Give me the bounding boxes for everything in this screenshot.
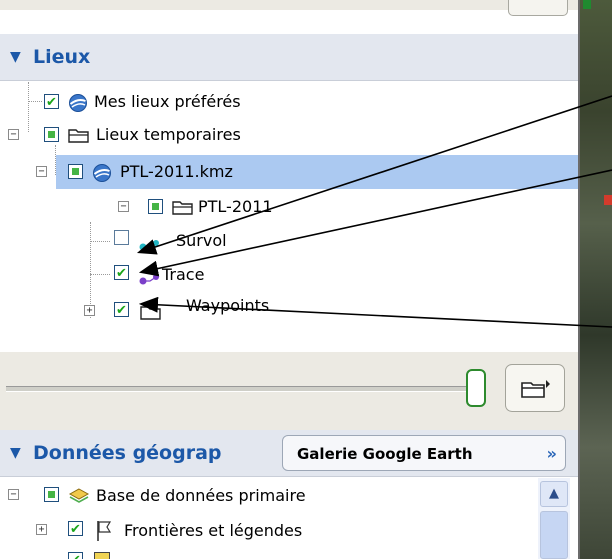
expand-icon[interactable]: + (36, 524, 47, 535)
list-item[interactable] (0, 548, 538, 559)
visibility-checkbox[interactable] (148, 199, 163, 214)
folder-button[interactable] (505, 364, 565, 412)
list-item[interactable]: Survol (0, 225, 579, 257)
visibility-checkbox[interactable] (44, 127, 59, 142)
places-title: Lieux (33, 46, 91, 68)
sidebar-panel: ▼ Lieux Mes lieux préférés − Lieux tempo… (0, 0, 579, 559)
list-item-label: Base de données primaire (96, 486, 306, 505)
slider-track[interactable] (6, 386, 476, 392)
list-item-label: Lieux temporaires (96, 125, 241, 144)
list-item[interactable]: − PTL-2011 (0, 191, 579, 223)
globe-icon (93, 164, 111, 182)
scroll-up-icon[interactable]: ▲ (540, 481, 568, 507)
visibility-checkbox[interactable] (68, 548, 83, 559)
toolbar-button[interactable] (508, 0, 568, 16)
list-item-label: Trace (162, 265, 205, 284)
scroll-thumb[interactable] (540, 511, 568, 559)
list-item-label: Survol (176, 231, 227, 250)
gallery-button-label: Galerie Google Earth (297, 445, 473, 463)
folder-open-icon (172, 201, 193, 215)
map-view[interactable] (579, 0, 612, 559)
map-marker (583, 0, 591, 9)
layers-header[interactable]: ▼ Données géograp Galerie Google Earth » (0, 430, 579, 477)
list-item[interactable]: Mes lieux préférés (0, 86, 579, 119)
flag-icon (97, 521, 112, 541)
folder-open-icon (68, 129, 89, 143)
layers-title: Données géograp (33, 442, 222, 464)
collapse-triangle-icon[interactable]: ▼ (10, 34, 21, 80)
list-item[interactable]: − Base de données primaire (0, 480, 538, 512)
globe-icon (69, 94, 87, 112)
visibility-checkbox[interactable] (114, 295, 129, 327)
top-toolbar-strip (0, 0, 579, 10)
double-chevron-icon: » (546, 444, 557, 463)
list-item-selected[interactable]: − PTL-2011.kmz (36, 155, 579, 189)
collapse-icon[interactable]: − (118, 201, 129, 212)
places-header[interactable]: ▼ Lieux (0, 34, 579, 81)
gallery-button[interactable]: Galerie Google Earth » (282, 435, 566, 471)
visibility-checkbox[interactable] (68, 514, 83, 546)
expand-icon[interactable]: + (84, 305, 95, 316)
list-item-label: Mes lieux préférés (94, 92, 241, 111)
layer-icon (94, 552, 110, 559)
list-item[interactable]: + Frontières et légendes (0, 514, 538, 547)
folder-open-icon (521, 380, 550, 398)
list-item[interactable]: Trace (0, 258, 579, 291)
collapse-icon[interactable]: − (8, 129, 19, 140)
scrollbar[interactable]: ▲ (538, 478, 570, 559)
collapse-icon[interactable]: − (36, 166, 47, 177)
map-marker (604, 195, 612, 205)
list-item[interactable]: − Lieux temporaires (0, 119, 579, 151)
visibility-checkbox[interactable] (114, 230, 129, 245)
visibility-checkbox[interactable] (114, 258, 129, 290)
list-item[interactable]: + Waypoints (0, 295, 579, 330)
list-item-label: Waypoints (186, 296, 270, 315)
folder-icon (140, 306, 161, 320)
collapse-triangle-icon[interactable]: ▼ (10, 430, 21, 476)
transparency-slider-bar (0, 352, 579, 430)
visibility-checkbox[interactable] (68, 164, 83, 179)
path-icon (139, 240, 159, 251)
divider (578, 0, 580, 559)
list-item-label: PTL-2011.kmz (120, 162, 233, 181)
visibility-checkbox[interactable] (44, 87, 59, 119)
collapse-icon[interactable]: − (8, 489, 19, 500)
slider-thumb[interactable] (466, 369, 486, 407)
layers-stack-icon (68, 488, 90, 503)
list-item-label: PTL-2011 (198, 197, 273, 216)
visibility-checkbox[interactable] (44, 487, 59, 502)
list-item-label: Frontières et légendes (124, 521, 303, 540)
